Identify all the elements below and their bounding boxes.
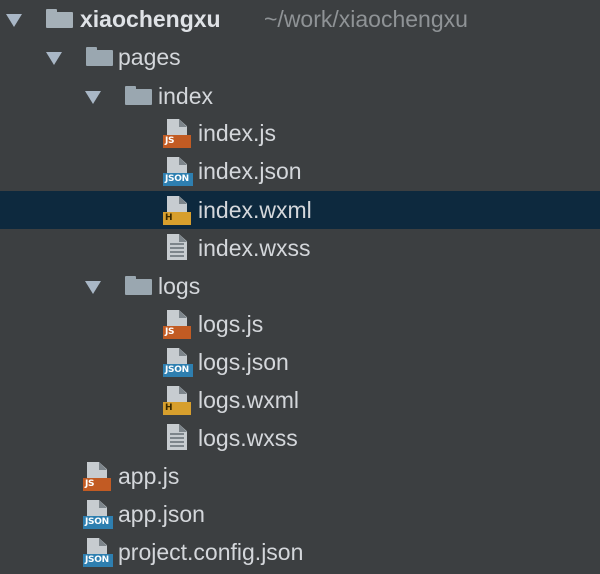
tree-item-label: project.config.json [118,539,304,565]
expand-arrow-icon[interactable] [6,14,22,27]
tree-item-logs-wxml[interactable]: H logs.wxml [0,381,600,419]
tree-item-label: logs.wxss [198,425,298,451]
tree-item-index-js[interactable]: JS index.js [0,114,600,152]
tree-item-pages[interactable]: pages [0,38,600,76]
tree-item-label: app.json [118,501,205,527]
expand-arrow-icon[interactable] [85,91,101,104]
json-file-icon: JSON [163,348,193,378]
tree-item-logs-js[interactable]: JS logs.js [0,305,600,343]
root-folder-label: xiaochengxu [80,6,221,32]
tree-item-index-wxml[interactable]: H index.wxml [0,191,600,229]
tree-item-label: logs.json [198,349,289,375]
folder-icon [86,47,113,66]
tree-item-root[interactable]: xiaochengxu ~/work/xiaochengxu [0,0,600,38]
tree-item-app-js[interactable]: JS app.js [0,457,600,495]
expand-arrow-icon[interactable] [46,52,62,65]
tree-item-label: index.js [198,120,276,146]
root-folder-path: ~/work/xiaochengxu [264,6,468,32]
html-file-icon: H [163,196,193,226]
js-file-icon: JS [163,119,193,149]
text-file-icon [163,234,193,264]
tree-item-logs[interactable]: logs [0,267,600,305]
expand-arrow-icon[interactable] [85,281,101,294]
json-file-icon: JSON [163,157,193,187]
tree-item-label: index.json [198,158,302,184]
project-tree: xiaochengxu ~/work/xiaochengxu pages ind… [0,0,600,574]
js-file-icon: JS [163,310,193,340]
folder-icon [125,86,152,105]
folder-icon [125,276,152,295]
tree-item-logs-json[interactable]: JSON logs.json [0,343,600,381]
json-file-icon: JSON [83,500,113,530]
tree-item-index[interactable]: index [0,77,600,115]
tree-item-index-wxss[interactable]: index.wxss [0,229,600,267]
tree-item-label: logs [158,273,201,299]
tree-item-project-config-json[interactable]: JSON project.config.json [0,533,600,571]
tree-item-label: app.js [118,463,180,489]
tree-item-label: pages [118,44,181,70]
tree-item-label: index.wxml [198,197,312,223]
json-file-icon: JSON [83,538,113,568]
tree-item-label: index.wxss [198,235,311,261]
tree-item-label: logs.wxml [198,387,299,413]
folder-icon [46,9,73,28]
html-file-icon: H [163,386,193,416]
tree-item-app-json[interactable]: JSON app.json [0,495,600,533]
tree-item-label: logs.js [198,311,264,337]
tree-item-label: index [158,83,213,109]
text-file-icon [163,424,193,454]
tree-item-index-json[interactable]: JSON index.json [0,152,600,190]
js-file-icon: JS [83,462,113,492]
tree-item-logs-wxss[interactable]: logs.wxss [0,419,600,457]
